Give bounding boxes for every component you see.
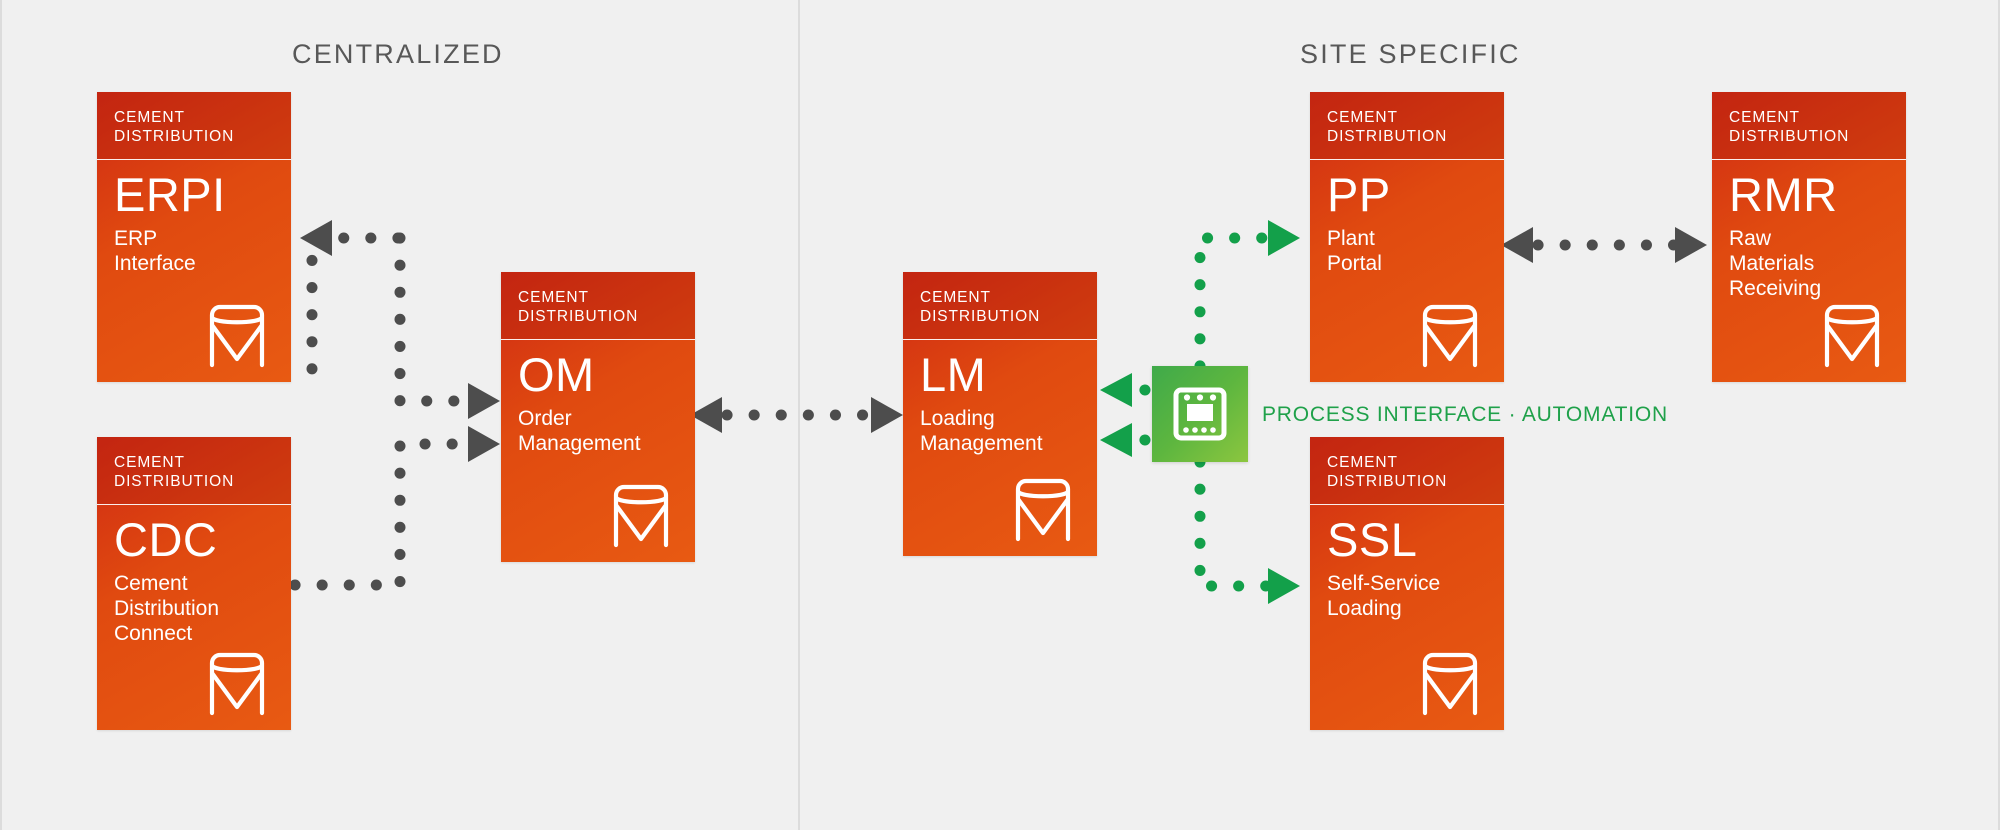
card-cdc-header: CEMENT DISTRIBUTION <box>97 437 291 505</box>
card-ssl-abbr: SSL <box>1327 513 1418 566</box>
card-om-body: OM Order Management <box>501 340 695 562</box>
card-pp-brand-line2: DISTRIBUTION <box>1327 128 1448 145</box>
card-lm[interactable]: CEMENT DISTRIBUTION LM Loading Managemen… <box>903 272 1097 556</box>
connector-automation-to-ssl <box>1194 456 1300 604</box>
card-om[interactable]: CEMENT DISTRIBUTION OM Order Management <box>501 272 695 562</box>
cement-silo-m-logo-icon <box>1015 478 1071 542</box>
zone-title-centralized: CENTRALIZED <box>292 39 504 69</box>
card-om-brand-line1: CEMENT <box>518 289 589 306</box>
card-lm-brand-line1: CEMENT <box>920 289 991 306</box>
connector-automation-to-lm-upper <box>1100 373 1151 407</box>
card-lm-name: Loading Management <box>920 407 1043 455</box>
card-cdc-body: CDC Cement Distribution Connect <box>97 505 291 730</box>
card-ssl-header: CEMENT DISTRIBUTION <box>1310 437 1504 505</box>
microchip-icon <box>1173 387 1227 441</box>
cement-silo-m-logo-icon <box>209 652 265 716</box>
connector-om-to-erpi <box>300 220 404 386</box>
card-ssl[interactable]: CEMENT DISTRIBUTION SSL Self-Service Loa… <box>1310 437 1504 730</box>
card-rmr-header: CEMENT DISTRIBUTION <box>1712 92 1906 160</box>
diagram-canvas: CENTRALIZED SITE SPECIFIC CEMENT DISTRIB… <box>0 0 2000 830</box>
card-om-brand-line2: DISTRIBUTION <box>518 308 639 325</box>
connector-om-to-lm <box>690 397 903 433</box>
card-erpi-header: CEMENT DISTRIBUTION <box>97 92 291 160</box>
card-pp-body: PP Plant Portal <box>1310 160 1504 382</box>
card-erpi[interactable]: CEMENT DISTRIBUTION ERPI ERP Interface <box>97 92 291 382</box>
card-rmr-body: RMR Raw Materials Receiving <box>1712 160 1906 382</box>
card-cdc-brand-line2: DISTRIBUTION <box>114 473 235 490</box>
process-interface-automation-label: PROCESS INTERFACE · AUTOMATION <box>1262 403 1668 426</box>
card-pp[interactable]: CEMENT DISTRIBUTION PP Plant Portal <box>1310 92 1504 382</box>
cement-silo-m-logo-icon <box>209 304 265 368</box>
card-om-header: CEMENT DISTRIBUTION <box>501 272 695 340</box>
card-ssl-brand-line2: DISTRIBUTION <box>1327 473 1448 490</box>
card-om-name: Order Management <box>518 407 641 455</box>
card-rmr[interactable]: CEMENT DISTRIBUTION RMR Raw Materials Re… <box>1712 92 1906 382</box>
card-pp-brand-line1: CEMENT <box>1327 109 1398 126</box>
card-erpi-brand-line1: CEMENT <box>114 109 185 126</box>
cement-silo-m-logo-icon <box>1422 652 1478 716</box>
connector-pp-to-rmr <box>1501 227 1707 263</box>
card-lm-body: LM Loading Management <box>903 340 1097 556</box>
cement-silo-m-logo-icon <box>1422 304 1478 368</box>
card-erpi-name: ERP Interface <box>114 227 196 275</box>
card-pp-name: Plant Portal <box>1327 227 1382 275</box>
card-cdc[interactable]: CEMENT DISTRIBUTION CDC Cement Distribut… <box>97 437 291 730</box>
zone-title-site-specific: SITE SPECIFIC <box>1300 39 1521 69</box>
card-ssl-name: Self-Service Loading <box>1327 572 1441 620</box>
card-lm-abbr: LM <box>920 348 987 401</box>
card-lm-brand-line2: DISTRIBUTION <box>920 308 1041 325</box>
cement-silo-m-logo-icon <box>1824 304 1880 368</box>
card-ssl-body: SSL Self-Service Loading <box>1310 505 1504 730</box>
zone-divider-middle <box>798 0 800 830</box>
card-rmr-name: Raw Materials Receiving <box>1729 227 1822 300</box>
process-interface-automation-box[interactable] <box>1152 366 1248 462</box>
card-ssl-brand-line1: CEMENT <box>1327 454 1398 471</box>
connector-cdc-to-om <box>289 426 500 591</box>
zone-divider-left <box>0 0 2 830</box>
card-rmr-brand-line2: DISTRIBUTION <box>1729 128 1850 145</box>
card-rmr-abbr: RMR <box>1729 168 1838 221</box>
card-rmr-brand-line1: CEMENT <box>1729 109 1800 126</box>
card-erpi-brand-line2: DISTRIBUTION <box>114 128 235 145</box>
card-erpi-body: ERPI ERP Interface <box>97 160 291 382</box>
card-cdc-name: Cement Distribution Connect <box>114 572 220 645</box>
connector-automation-to-lm-lower <box>1100 423 1151 457</box>
cement-silo-m-logo-icon <box>613 484 669 548</box>
card-om-abbr: OM <box>518 348 595 401</box>
card-cdc-brand-line1: CEMENT <box>114 454 185 471</box>
card-lm-header: CEMENT DISTRIBUTION <box>903 272 1097 340</box>
connector-automation-to-pp <box>1194 220 1300 372</box>
connector-erpi-to-om <box>394 232 500 419</box>
card-pp-abbr: PP <box>1327 168 1391 221</box>
card-erpi-abbr: ERPI <box>114 168 226 221</box>
card-pp-header: CEMENT DISTRIBUTION <box>1310 92 1504 160</box>
card-cdc-abbr: CDC <box>114 513 218 566</box>
